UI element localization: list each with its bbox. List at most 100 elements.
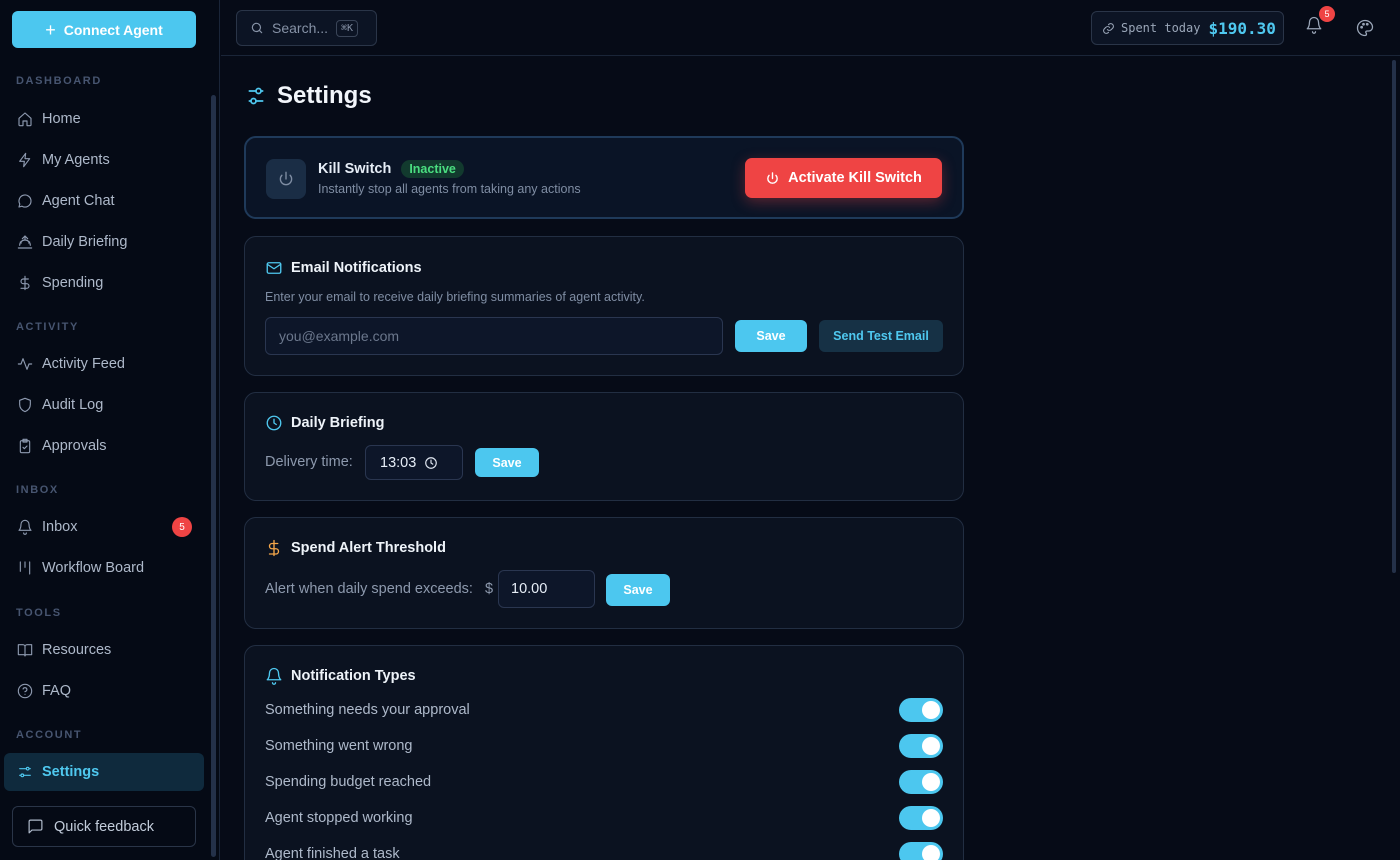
sidebar-scrollbar[interactable] (211, 95, 216, 857)
sidebar-item-label: Inbox (42, 519, 78, 535)
sidebar-item-label: Approvals (42, 438, 107, 454)
notification-type-row: Something needs your approval (265, 698, 943, 722)
sidebar-item-label: My Agents (42, 152, 110, 168)
notification-types-card: Notification Types Something needs your … (244, 645, 964, 860)
notification-types-title: Notification Types (265, 667, 416, 685)
notification-type-toggle[interactable] (899, 734, 943, 758)
mail-icon (266, 262, 282, 274)
connect-agent-button[interactable]: + Connect Agent (12, 11, 196, 48)
sidebar-item-inbox[interactable]: Inbox 5 (4, 508, 204, 546)
bell-icon (266, 667, 282, 685)
notification-type-label: Agent stopped working (265, 810, 413, 826)
spent-today-label: Spent today (1121, 21, 1201, 35)
top-bar: Search... ⌘K Spent today $190.30 5 (221, 0, 1400, 56)
notification-type-label: Something went wrong (265, 738, 413, 754)
home-icon (16, 110, 34, 128)
main-scrollbar[interactable] (1392, 60, 1396, 573)
sunrise-icon (16, 233, 34, 251)
daily-briefing-card: Daily Briefing Delivery time: 13:03 Save (244, 392, 964, 501)
sidebar-item-daily-briefing[interactable]: Daily Briefing (4, 223, 204, 261)
kill-switch-title: Kill Switch Inactive (318, 160, 464, 178)
page-title-text: Settings (277, 82, 372, 109)
clipboard-check-icon (16, 437, 34, 455)
help-circle-icon (16, 682, 34, 700)
power-icon (767, 171, 778, 184)
status-badge: Inactive (401, 160, 464, 178)
sidebar-item-approvals[interactable]: Approvals (4, 427, 204, 465)
plus-icon: + (45, 19, 56, 40)
search-input[interactable]: Search... ⌘K (236, 10, 377, 46)
search-icon (251, 22, 263, 34)
sidebar-item-label: Home (42, 111, 81, 127)
power-icon-tile (266, 159, 306, 199)
sidebar-item-label: Audit Log (42, 397, 104, 413)
quick-feedback-button[interactable]: Quick feedback (12, 806, 196, 847)
email-field[interactable] (265, 317, 723, 355)
connect-agent-label: Connect Agent (63, 21, 163, 38)
kill-switch-card: Kill Switch Inactive Instantly stop all … (244, 136, 964, 219)
currency-symbol: $ (485, 581, 494, 597)
email-notifications-title: Email Notifications (265, 259, 422, 277)
clock-icon (266, 415, 282, 431)
search-shortcut: ⌘K (336, 19, 359, 37)
notification-type-toggle[interactable] (899, 770, 943, 794)
notification-type-toggle[interactable] (899, 842, 943, 860)
kanban-icon (16, 559, 34, 577)
daily-briefing-title-text: Daily Briefing (291, 415, 385, 431)
email-hint: Enter your email to receive daily briefi… (265, 290, 645, 304)
sidebar-item-label: Daily Briefing (42, 234, 128, 250)
email-save-button[interactable]: Save (735, 320, 807, 352)
notifications-button[interactable]: 5 (1305, 6, 1335, 40)
sidebar-item-audit-log[interactable]: Audit Log (4, 386, 204, 424)
spend-alert-card: Spend Alert Threshold Alert when daily s… (244, 517, 964, 629)
link-icon (1103, 22, 1114, 34)
nav-section-account: ACCOUNT (16, 729, 83, 741)
nav-section-inbox: INBOX (16, 484, 59, 496)
sidebar-item-activity-feed[interactable]: Activity Feed (4, 345, 204, 383)
sidebar-item-home[interactable]: Home (4, 100, 204, 138)
dollar-icon (16, 274, 34, 292)
sidebar-item-agent-chat[interactable]: Agent Chat (4, 182, 204, 220)
quick-feedback-label: Quick feedback (54, 818, 154, 835)
spent-today-indicator[interactable]: Spent today $190.30 (1091, 11, 1284, 45)
sidebar-item-settings[interactable]: Settings (4, 753, 204, 791)
sidebar-item-my-agents[interactable]: My Agents (4, 141, 204, 179)
notification-type-label: Spending budget reached (265, 774, 432, 790)
sidebar-item-label: Workflow Board (42, 560, 145, 576)
sidebar-item-label: FAQ (42, 683, 72, 699)
search-placeholder: Search... (272, 20, 329, 36)
lightning-icon (16, 151, 34, 169)
page-title: Settings (246, 82, 372, 110)
sidebar-item-label: Resources (42, 642, 112, 658)
notification-type-toggle[interactable] (899, 806, 943, 830)
sliders-icon (248, 87, 264, 105)
delivery-time-input[interactable]: 13:03 (365, 445, 463, 480)
daily-briefing-save-button[interactable]: Save (475, 448, 539, 477)
sidebar-item-faq[interactable]: FAQ (4, 672, 204, 710)
power-icon (279, 171, 293, 186)
notification-type-toggle[interactable] (899, 698, 943, 722)
nav-section-activity: ACTIVITY (16, 321, 79, 333)
sidebar-item-resources[interactable]: Resources (4, 631, 204, 669)
activate-kill-switch-button[interactable]: Activate Kill Switch (745, 158, 942, 198)
notification-type-row: Spending budget reached (265, 770, 943, 794)
send-test-email-button[interactable]: Send Test Email (819, 320, 943, 352)
notification-type-row: Agent stopped working (265, 806, 943, 830)
sidebar-item-workflow-board[interactable]: Workflow Board (4, 549, 204, 587)
spend-alert-title-text: Spend Alert Threshold (291, 540, 446, 556)
daily-briefing-title: Daily Briefing (265, 414, 384, 432)
notification-type-row: Something went wrong (265, 734, 943, 758)
spend-alert-title: Spend Alert Threshold (265, 539, 446, 557)
spent-today-amount: $190.30 (1208, 18, 1276, 38)
sidebar-item-spending[interactable]: Spending (4, 264, 204, 302)
delivery-time-label: Delivery time: (265, 454, 353, 470)
spend-alert-save-button[interactable]: Save (606, 574, 670, 606)
sidebar: + Connect Agent DASHBOARD Home My Agents… (0, 0, 220, 860)
book-open-icon (16, 641, 34, 659)
spend-alert-label: Alert when daily spend exceeds: (265, 581, 473, 597)
shield-icon (16, 396, 34, 414)
sidebar-item-label: Spending (42, 275, 104, 291)
spend-threshold-input[interactable] (498, 570, 595, 608)
notification-count-badge: 5 (1319, 6, 1335, 22)
theme-button[interactable] (1356, 19, 1374, 42)
